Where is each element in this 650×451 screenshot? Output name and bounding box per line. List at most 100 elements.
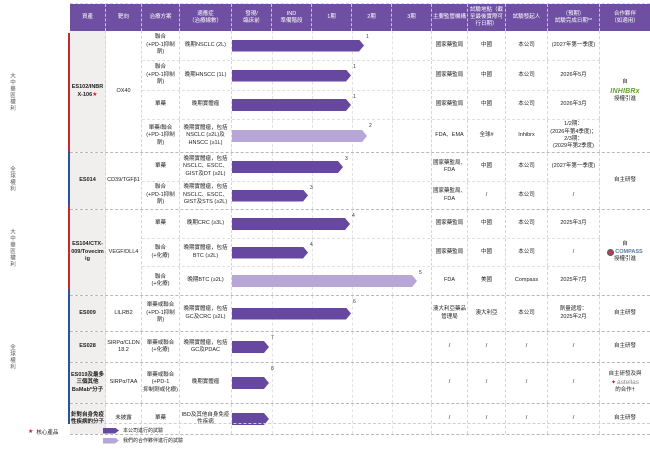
- asset-block-1: ES014 CD39/TGFβ1 單藥 晚期實體瘤，包括NSCLC、ESCC、GIST…: [70, 153, 650, 210]
- asset-cell: ES019及最多三個其他BsMab*分子: [70, 363, 106, 403]
- progress-bar: [232, 341, 269, 353]
- partner-pre-label: 自: [622, 241, 628, 248]
- legend-core-product: ★ 核心產品: [28, 428, 58, 436]
- indication-cell: IBD及其他自身免疫性疾病: [180, 404, 232, 434]
- target-cell: CD39/TGFβ1: [106, 153, 142, 209]
- rows-wrap: 單藥 IBD及其他自身免疫性疾病 / / / /: [142, 404, 600, 434]
- indication-cell: 晚期實體瘤，包括GC及PDAC: [180, 332, 232, 362]
- treatment-cell: 單藥: [142, 153, 180, 181]
- partner-pre-label: 自主研發及與: [608, 371, 642, 378]
- target-cell: OX40: [106, 31, 142, 152]
- partner-cell: 自 COMPASS 授權引進: [600, 210, 650, 295]
- legend-separator: [84, 423, 650, 424]
- legend-bar-swatch: [103, 428, 119, 434]
- partner-self-label: 自主研發: [613, 343, 636, 350]
- progress-bar: [232, 70, 351, 82]
- rights-band-1: 全球權利: [0, 151, 70, 206]
- trial-row: 單藥 IBD及其他自身免疫性疾病 / / / /: [142, 404, 600, 434]
- asset-name: 針對自身免疫性疾病的分子: [71, 411, 105, 425]
- header-cell-4: 發現/ 臨床前: [232, 4, 272, 31]
- rows-wrap: 聯合 (+PD-1抑制劑) 晚期NSCLC (2L) 1 國家藥監局 中國 本公司 (202…: [142, 31, 600, 152]
- progress-bar: [232, 308, 351, 320]
- core-product-star-icon: ★: [28, 429, 34, 435]
- partner-self-label: 自主研發: [613, 415, 636, 422]
- header-cell-11: 試驗發起人: [506, 4, 548, 31]
- trial-row: 單藥或聯合 (+PD-1 抑制劑或化療) 晚期實體瘤 8// / /: [142, 363, 600, 403]
- target-cell: SIRPα/TAA: [106, 363, 142, 403]
- treatment-cell: 單藥或聯合 (+化療): [142, 332, 180, 362]
- phase-gridline: [272, 404, 273, 434]
- phase-progress-cell: 1: [232, 91, 432, 119]
- phase-progress-cell: [232, 404, 432, 434]
- rights-band-label: 大中華區權利: [9, 228, 15, 267]
- trial-location-cell: 中國: [468, 91, 506, 119]
- partner-post-label: 授權引進: [613, 96, 636, 103]
- phase-gridline: [352, 153, 353, 181]
- trial-completion-date-cell: 2025年3月: [548, 210, 600, 238]
- phase-progress-cell: 4: [232, 210, 432, 238]
- rights-band-3: 全球權利: [0, 289, 70, 424]
- asset-cell: ES104/CTX-009/Tovecimig: [70, 210, 106, 295]
- legend-item-label: 本公司進行的試驗: [123, 428, 164, 434]
- pipeline-table: 資產 靶向 治療方案 適應症 （治療線數） 發現/ 臨床前 IND 準備階段 1期 2期 3期主…: [70, 3, 650, 435]
- trial-sponsor-cell: /: [506, 332, 548, 362]
- header-cell-10: 試驗地點（截至最後實際可行日期）: [468, 4, 506, 31]
- bar-note-number: 7: [271, 335, 274, 341]
- bar-note-number: 1: [353, 64, 356, 70]
- partner-cell: 自主研發: [600, 404, 650, 434]
- trial-location-cell: 美國: [468, 267, 506, 295]
- asset-name: ES028: [79, 343, 96, 350]
- trial-sponsor-cell: 本公司: [506, 153, 548, 181]
- phase-gridline: [392, 182, 393, 209]
- trial-sponsor-cell: 本公司: [506, 182, 548, 209]
- target-cell: SIRPα/CLDN18.2: [106, 332, 142, 362]
- trial-location-cell: 中國: [468, 31, 506, 60]
- target-cell: VEGF/DLL4: [106, 210, 142, 295]
- asset-name: ES009: [79, 309, 96, 316]
- trial-row: 單藥 晚期實體瘤，包括NSCLC、ESCC、GIST及DT (≥2L) 3 國家藥監局…: [142, 153, 600, 182]
- trial-completion-date-cell: /: [548, 332, 600, 362]
- bar-note-number: 2: [369, 123, 372, 129]
- partner-self-label: 自主研發: [613, 309, 636, 316]
- asset-block-5: ES019及最多三個其他BsMab*分子 SIRPα/TAA 單藥或聯合 (+PD-…: [70, 363, 650, 404]
- rows-wrap: 單藥或聯合 (+PD-1抑制劑) 晚期實體瘤，包括GC及CRC (≥2L) 6 澳大利…: [142, 296, 600, 331]
- indication-cell: 晚期實體瘤: [180, 91, 232, 119]
- regulator-cell: /: [432, 332, 468, 362]
- asset-name: ES014: [79, 177, 96, 184]
- asset-name: ES019及最多三個其他BsMab*分子: [71, 371, 105, 393]
- rights-band-label: 全球權利: [9, 165, 15, 192]
- trial-location-cell: 中國: [468, 153, 506, 181]
- regulator-cell: 國家藥監局: [432, 239, 468, 266]
- trial-sponsor-cell: 本公司: [506, 31, 548, 60]
- trial-completion-date-cell: (2027年第一季度): [548, 153, 600, 181]
- bar-note-number: 8: [271, 366, 274, 372]
- phase-gridline: [392, 296, 393, 331]
- phase-gridline: [352, 239, 353, 266]
- regulator-cell: 澳大利亞藥品管理局: [432, 296, 468, 331]
- legend-bar-swatch: [103, 438, 119, 444]
- header-cell-7: 2期: [352, 4, 392, 31]
- indication-cell: 晚期HNSCC (1L): [180, 61, 232, 90]
- treatment-cell: 聯合 (+PD-1抑制劑): [142, 31, 180, 60]
- phase-gridline: [392, 153, 393, 181]
- regulator-cell: FDA: [432, 267, 468, 295]
- clinical-pipeline-chart: 大中華區權利 全球權利 大中華區權利 全球權利 資產 靶向 治療方案 適應症 （治療線數）發…: [0, 0, 650, 451]
- rights-band-2: 大中華區權利: [0, 206, 70, 289]
- treatment-cell: 單藥: [142, 210, 180, 238]
- asset-block-2: ES104/CTX-009/Tovecimig VEGF/DLL4 單藥 晚期CRC …: [70, 210, 650, 296]
- partner-post-label: 授權引進: [613, 256, 636, 263]
- core-product-star-icon: ★: [92, 91, 98, 98]
- phase-progress-cell: 3: [232, 153, 432, 181]
- trial-completion-date-cell: 2026年3月: [548, 91, 600, 119]
- pipeline-table-header: 資產 靶向 治療方案 適應症 （治療線數） 發現/ 臨床前 IND 準備階段 1期 2期 3期主…: [70, 3, 650, 31]
- header-cell-12: （預期） 試驗完成日期**: [548, 4, 600, 31]
- partner-self-label: 自主研發: [613, 177, 636, 184]
- astellas-logo-icon: ✦: [610, 379, 616, 386]
- trial-sponsor-cell: Inhibrx: [506, 120, 548, 152]
- treatment-cell: 單藥/聯合 (+PD-1抑制劑): [142, 120, 180, 152]
- phase-gridline: [392, 239, 393, 266]
- phase-gridline: [392, 31, 393, 60]
- phase-progress-cell: 7: [232, 332, 432, 362]
- trial-location-cell: /: [468, 332, 506, 362]
- progress-bar: [232, 130, 367, 142]
